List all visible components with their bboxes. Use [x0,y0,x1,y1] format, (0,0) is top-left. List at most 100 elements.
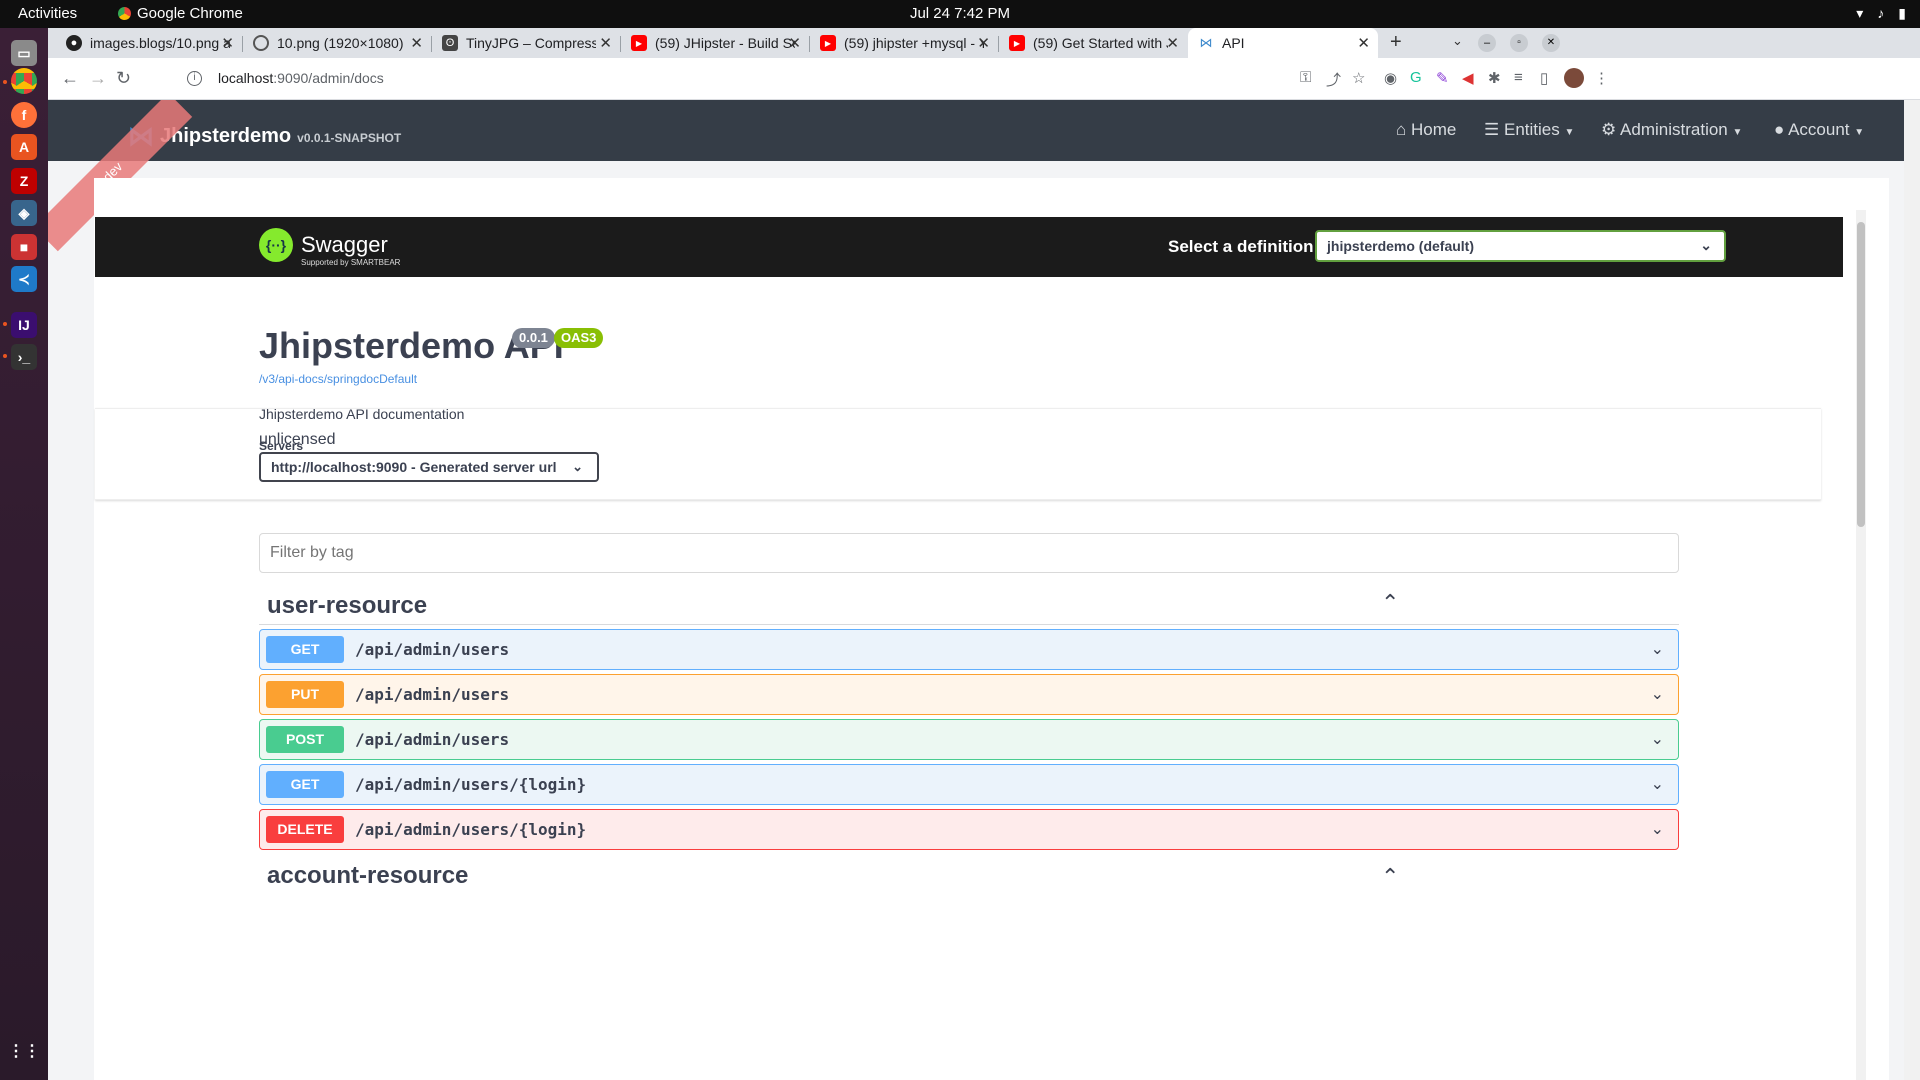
forward-icon[interactable]: → [89,68,107,89]
close-icon[interactable]: ✕ [410,34,423,52]
vscode-icon[interactable]: ≺ [11,266,37,292]
toolbox-icon[interactable]: ■ [11,234,37,260]
tab[interactable]: ▶ (59) JHipster - Build Secu ✕ [621,28,809,58]
jhipster-navbar: ⋈ Jhipsterdemo v0.0.1-SNAPSHOT ⌂ Home ☰ … [48,100,1904,161]
globe-icon [253,35,269,51]
reading-list-icon[interactable]: ≡ [1514,69,1523,86]
tab-active[interactable]: ⋈ API ✕ [1188,28,1378,58]
youtube-icon: ▶ [820,35,836,51]
youtube-icon: ▶ [1009,35,1025,51]
operation-get-users[interactable]: GET /api/admin/users ⌄ [259,629,1679,670]
close-icon[interactable]: ✕ [977,34,990,52]
side-panel-icon[interactable]: ▯ [1540,69,1548,87]
close-icon[interactable]: ✕ [1357,34,1370,52]
new-tab-icon[interactable]: + [1390,31,1402,54]
maximize-icon[interactable]: ▫ [1510,34,1528,52]
tab-title: (59) JHipster - Build Secu [655,35,795,51]
definition-label: Select a definition [1168,237,1314,256]
close-icon[interactable]: ✕ [1166,34,1179,52]
brand-version: v0.0.1-SNAPSHOT [297,131,402,145]
volume-icon: ♪ [1877,5,1885,21]
filezilla-icon[interactable]: Z [11,168,37,194]
firefox-icon[interactable]: f [11,102,37,128]
dbeaver-icon[interactable]: ◈ [11,200,37,226]
site-info-icon[interactable]: i [187,71,202,86]
nav-account-label: Account [1788,120,1850,139]
tab[interactable]: ▶ (59) Get Started with JH ✕ [999,28,1187,58]
grammarly-icon[interactable]: G [1410,69,1422,86]
home-icon: ⌂ [1396,120,1407,139]
tab[interactable]: ▶ (59) jhipster +mysql - You ✕ [810,28,998,58]
nav-administration-label: Administration [1620,120,1728,139]
app-grid-icon[interactable]: ⋮⋮ [8,1038,40,1064]
wifi-icon: ▾ [1856,5,1864,21]
intellij-icon[interactable]: IJ [11,312,37,338]
definition-select[interactable]: jhipsterdemo (default) ⌄ [1315,230,1726,262]
color-picker-icon[interactable]: ✎ [1436,69,1449,87]
server-select[interactable]: http://localhost:9090 - Generated server… [259,452,599,482]
app-menu[interactable]: Google Chrome [118,5,243,22]
tab[interactable]: ● images.blogs/10.png at ✕ [56,28,242,58]
page-scrollbar[interactable] [1904,100,1920,1080]
close-icon[interactable]: ✕ [599,34,612,52]
extension-icon[interactable]: ◉ [1384,69,1397,87]
close-icon[interactable]: ✕ [788,34,801,52]
puzzle-icon[interactable]: ✱ [1488,69,1501,87]
oas-badge: OAS3 [554,328,604,348]
swagger-logo[interactable]: {··} Swagger Supported by SMARTBEAR [259,228,400,267]
swagger-logo-subtext: Supported by SMARTBEAR [301,258,401,267]
operation-get-user-by-login[interactable]: GET /api/admin/users/{login} ⌄ [259,764,1679,805]
users-cog-icon: ⚙ [1601,120,1617,139]
url-field[interactable]: localhost:9090/admin/docs [218,70,384,86]
running-indicator [3,322,7,326]
activities-button[interactable]: Activities [18,5,77,22]
api-description: Jhipsterdemo API documentation [259,406,465,422]
tab-strip: ● images.blogs/10.png at ✕ 10.png (1920×… [48,28,1920,58]
back-icon[interactable]: ← [61,68,79,89]
minimize-icon[interactable]: – [1478,34,1496,52]
operation-put-users[interactable]: PUT /api/admin/users ⌄ [259,674,1679,715]
tab[interactable]: 10.png (1920×1080) ✕ [243,28,431,58]
megaphone-icon[interactable]: ◀ [1462,69,1474,87]
chrome-menu-icon[interactable]: ⋮ [1594,69,1609,87]
files-icon[interactable]: ▭ [11,40,37,66]
list-icon: ☰ [1484,120,1500,139]
share-icon[interactable]: ⤴ [1326,69,1341,90]
bookmark-star-icon[interactable]: ☆ [1352,69,1365,87]
os-top-bar: Activities Google Chrome Jul 24 7:42 PM … [0,0,1920,28]
nav-home[interactable]: ⌂ Home [1396,120,1456,140]
key-icon[interactable]: ⚿ [1300,69,1311,86]
definition-value: jhipsterdemo (default) [1327,238,1475,254]
tag-header-account-resource[interactable]: account-resource [267,862,468,890]
avatar[interactable] [1564,68,1584,88]
spec-link[interactable]: /v3/api-docs/springdocDefault [259,372,417,386]
caret-down-icon: ▼ [1564,127,1575,138]
software-icon[interactable]: A [11,134,37,160]
swagger-logo-text: Swagger [301,232,388,257]
terminal-icon[interactable]: ›_ [11,344,37,370]
method-badge: POST [266,726,344,753]
tag-header-user-resource[interactable]: user-resource [267,592,427,620]
chrome-icon[interactable] [11,68,37,94]
nav-entities[interactable]: ☰ Entities ▼ [1484,120,1574,140]
clock[interactable]: Jul 24 7:42 PM [0,5,1920,22]
close-window-icon[interactable]: ✕ [1542,34,1560,52]
filter-by-tag-input[interactable] [259,533,1679,573]
chevron-down-icon: ⌄ [1650,686,1664,703]
chevron-up-icon[interactable]: ⌃ [1381,590,1399,616]
tab[interactable]: ʘ TinyJPG – Compress Web ✕ [432,28,620,58]
close-icon[interactable]: ✕ [221,34,234,52]
chevron-down-icon: ⌄ [1650,821,1664,838]
inner-scrollbar-thumb[interactable] [1857,222,1865,527]
tag-divider [259,624,1679,625]
chevron-up-icon[interactable]: ⌃ [1381,864,1399,890]
tab-search-icon[interactable]: ⌄ [1452,33,1463,49]
nav-home-label: Home [1411,120,1457,139]
system-tray[interactable]: ▾ ♪ ▮ [1856,5,1906,22]
operation-post-users[interactable]: POST /api/admin/users ⌄ [259,719,1679,760]
nav-account[interactable]: ● Account ▼ [1774,120,1864,140]
app-name: Google Chrome [137,5,243,22]
nav-administration[interactable]: ⚙ Administration ▼ [1601,120,1742,140]
reload-icon[interactable]: ↻ [116,68,131,89]
operation-delete-user-by-login[interactable]: DELETE /api/admin/users/{login} ⌄ [259,809,1679,850]
